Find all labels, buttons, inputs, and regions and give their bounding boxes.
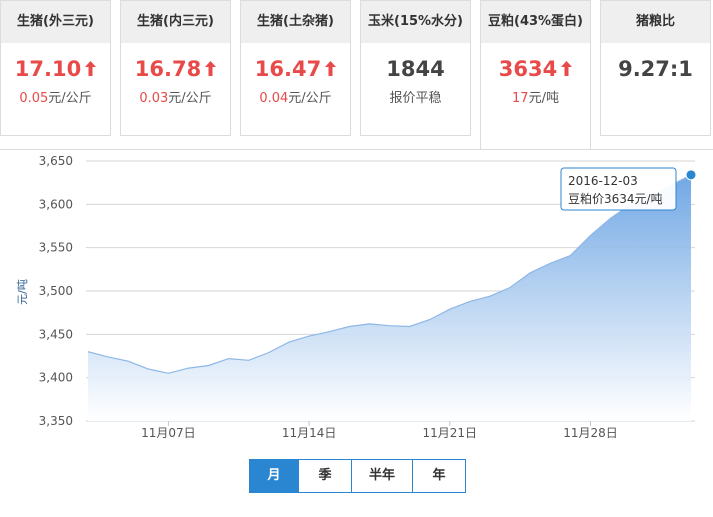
card-title: 豆粕(43%蛋白)	[481, 1, 590, 43]
tooltip: 2016-12-03 豆粕价3634元/吨	[560, 167, 677, 211]
price-area-chart[interactable]: 3,3503,4003,4503,5003,5503,6003,650 元/吨 …	[0, 150, 713, 450]
x-tick-label: 11月21日	[423, 426, 478, 440]
card-change: 0.05元/公斤	[19, 91, 92, 106]
tab-half-year[interactable]: 半年	[352, 459, 413, 493]
card-note: 报价平稳	[389, 91, 442, 106]
card-value: 16.47	[241, 55, 350, 83]
card-change: 0.04元/公斤	[259, 91, 332, 106]
card-soymeal[interactable]: 豆粕(43%蛋白) 3634 17元/吨	[480, 0, 591, 150]
card-value: 3634	[481, 55, 590, 83]
range-tabs: 月 季 半年 年	[249, 459, 466, 493]
series-area	[88, 174, 691, 421]
card-title: 生猪(土杂猪)	[241, 1, 350, 43]
up-arrow-icon	[205, 60, 217, 76]
y-tick-label: 3,500	[39, 284, 73, 298]
y-tick-label: 3,650	[39, 154, 73, 168]
x-tick-label: 11月14日	[282, 426, 337, 440]
tab-month[interactable]: 月	[249, 459, 299, 493]
card-pig-waisanyuan[interactable]: 生猪(外三元) 17.10 0.05元/公斤	[0, 0, 111, 136]
x-tick-label: 11月07日	[141, 426, 196, 440]
tooltip-date: 2016-12-03	[568, 174, 638, 188]
up-arrow-icon	[85, 60, 97, 76]
card-value: 1844	[386, 57, 445, 81]
tab-quarter[interactable]: 季	[299, 459, 352, 493]
card-pig-neisanyuan[interactable]: 生猪(内三元) 16.78 0.03元/公斤	[120, 0, 231, 136]
y-tick-label: 3,550	[39, 241, 73, 255]
card-change: 17元/吨	[512, 91, 559, 106]
card-pig-tuzazhu[interactable]: 生猪(土杂猪) 16.47 0.04元/公斤	[240, 0, 351, 136]
y-axis: 3,350 3,400 3,450 3,500 3,550 3,600 3,650	[39, 154, 73, 428]
card-title: 生猪(内三元)	[121, 1, 230, 43]
tab-year[interactable]: 年	[413, 459, 466, 493]
x-axis: 11月07日 11月14日 11月21日 11月28日	[141, 421, 618, 440]
card-value: 16.78	[121, 55, 230, 83]
tooltip-value: 豆粕价3634元/吨	[568, 191, 663, 206]
y-tick-label: 3,400	[39, 371, 73, 385]
card-title: 猪粮比	[601, 1, 710, 43]
card-title: 生猪(外三元)	[1, 1, 110, 43]
card-pig-grain-ratio[interactable]: 猪粮比 9.27:1	[600, 0, 711, 136]
y-axis-label: 元/吨	[16, 279, 29, 305]
card-corn[interactable]: 玉米(15%水分) 1844 报价平稳	[360, 0, 471, 136]
x-tick-label: 11月28日	[563, 426, 618, 440]
y-tick-label: 3,600	[39, 197, 73, 211]
card-title: 玉米(15%水分)	[361, 1, 470, 43]
up-arrow-icon	[325, 60, 337, 76]
card-change: 0.03元/公斤	[139, 91, 212, 106]
up-arrow-icon	[561, 60, 573, 76]
card-value: 9.27:1	[618, 57, 693, 81]
y-tick-label: 3,350	[39, 414, 73, 428]
last-data-point[interactable]	[685, 169, 697, 181]
price-cards: 生猪(外三元) 17.10 0.05元/公斤 生猪(内三元) 16.78 0.0…	[0, 0, 713, 150]
card-value: 17.10	[1, 55, 110, 83]
y-tick-label: 3,450	[39, 327, 73, 341]
